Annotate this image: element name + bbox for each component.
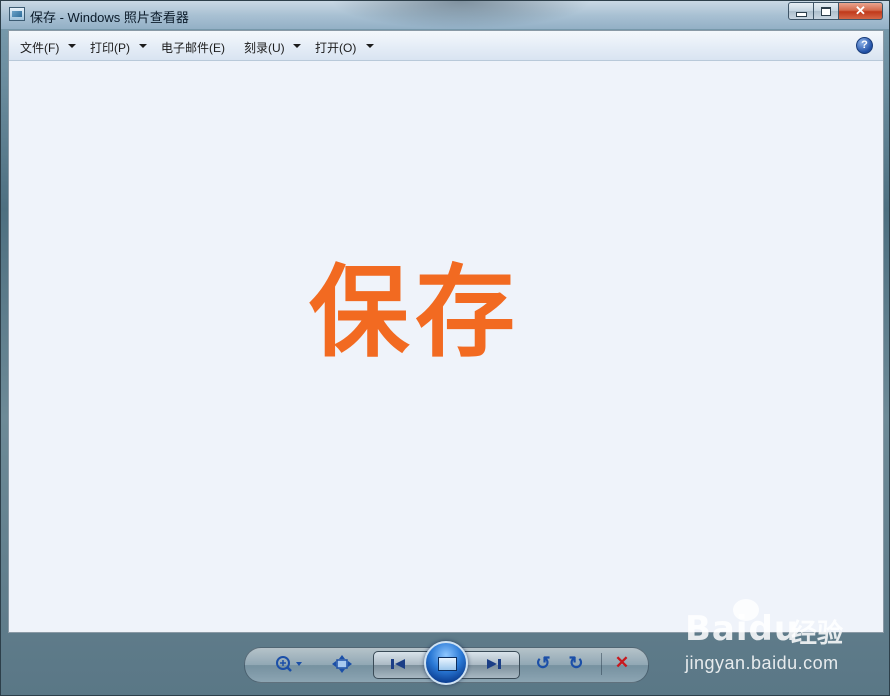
zoom-button[interactable] [271, 653, 305, 675]
menu-email[interactable]: 电子邮件(E) [161, 39, 225, 56]
menu-print[interactable]: 打印(P) [90, 39, 130, 56]
client-area: 文件(F) 打印(P) 电子邮件(E) 刻录(U) 打开(O) ? 保存 [8, 30, 884, 633]
chevron-down-icon[interactable] [293, 44, 301, 48]
minimize-button[interactable] [788, 2, 814, 20]
maximize-button[interactable] [814, 2, 839, 20]
delete-icon: ✕ [614, 653, 630, 672]
chevron-down-icon[interactable] [366, 44, 374, 48]
slideshow-icon [438, 657, 457, 671]
close-button[interactable]: ✕ [839, 2, 883, 20]
app-icon[interactable] [9, 7, 25, 21]
menu-bar: 文件(F) 打印(P) 电子邮件(E) 刻录(U) 打开(O) ? [9, 31, 883, 61]
minimize-icon [795, 11, 807, 17]
chevron-down-icon[interactable] [139, 44, 147, 48]
previous-icon [391, 659, 405, 669]
photo-viewer-window: 保存 - Windows 照片查看器 ✕ 文件(F) 打印(P) 电子邮件(E)… [0, 0, 890, 696]
rotate-clockwise-icon: ↻ [568, 652, 584, 673]
fit-to-window-icon [332, 655, 352, 673]
close-icon: ✕ [855, 3, 866, 18]
next-icon [487, 659, 501, 669]
rotate-clockwise-button[interactable]: ↻ [565, 652, 587, 674]
window-title: 保存 - Windows 照片查看器 [30, 10, 189, 25]
watermark-cn: 经验 [791, 618, 844, 648]
control-separator [601, 653, 602, 675]
title-bar-background [331, 1, 591, 29]
caption-buttons: ✕ [788, 2, 883, 20]
title-bar[interactable]: 保存 - Windows 照片查看器 ✕ [1, 1, 889, 29]
chevron-down-icon[interactable] [68, 44, 76, 48]
rotate-counterclockwise-icon: ↺ [535, 652, 551, 673]
fit-to-window-button[interactable] [330, 653, 354, 675]
next-button[interactable] [482, 653, 506, 675]
menu-burn[interactable]: 刻录(U) [244, 39, 285, 56]
zoom-icon [276, 656, 302, 672]
delete-button[interactable]: ✕ [611, 652, 633, 674]
previous-button[interactable] [386, 653, 410, 675]
menu-open[interactable]: 打开(O) [315, 39, 356, 56]
maximize-icon [821, 6, 831, 16]
image-display-area[interactable]: 保存 [9, 61, 883, 632]
watermark-logo: Baidu [685, 609, 800, 649]
help-icon[interactable]: ? [856, 37, 873, 54]
displayed-image-text: 保存 [309, 254, 521, 371]
watermark-url: jingyan.baidu.com [685, 653, 839, 673]
rotate-counterclockwise-button[interactable]: ↺ [532, 652, 554, 674]
slideshow-button[interactable] [424, 641, 468, 685]
menu-file[interactable]: 文件(F) [20, 39, 59, 56]
watermark: Baidu 经验 jingyan.baidu.com [681, 599, 886, 679]
